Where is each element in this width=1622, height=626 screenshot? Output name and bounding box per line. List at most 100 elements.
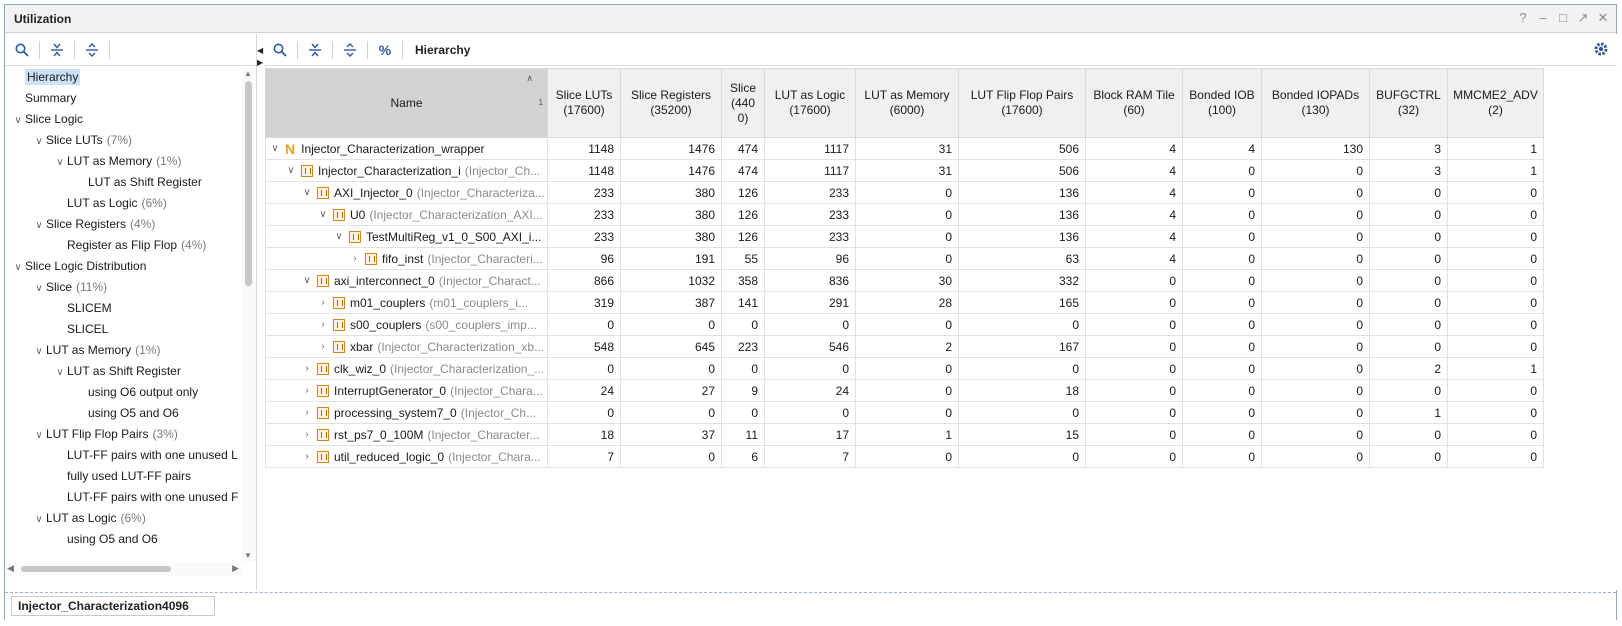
instance-name-cell[interactable]: ∨ axi_interconnect_0 (Injector_Charact...	[265, 269, 548, 292]
chevron-down-icon[interactable]: ∨	[300, 187, 314, 198]
column-header[interactable]: LUT as Logic (17600)	[764, 68, 856, 138]
minimize-icon[interactable]: –	[1536, 9, 1550, 27]
chevron-right-icon[interactable]: ›	[316, 319, 330, 330]
chevron-down-icon[interactable]: ∨	[300, 275, 314, 286]
chevron-down-icon[interactable]: ∨	[11, 257, 25, 278]
chevron-right-icon[interactable]: ›	[300, 429, 314, 440]
chevron-right-icon[interactable]: ›	[300, 407, 314, 418]
instance-name-cell[interactable]: ∨ U0 (Injector_Characterization_AXI...	[265, 203, 548, 226]
instance-name-cell[interactable]: › processing_system7_0 (Injector_Ch...	[265, 401, 548, 424]
chevron-down-icon[interactable]: ∨	[32, 509, 46, 530]
instance-name-cell[interactable]: › xbar (Injector_Characterization_xb...	[265, 335, 548, 358]
help-icon[interactable]: ?	[1516, 9, 1530, 27]
chevron-right-icon[interactable]: ›	[300, 451, 314, 462]
instance-name-cell[interactable]: › util_reduced_logic_0 (Injector_Chara...	[265, 445, 548, 468]
tree-item[interactable]: using O5 and O6	[74, 403, 179, 424]
chevron-down-icon[interactable]: ∨	[32, 278, 46, 299]
tree-item[interactable]: Summary	[11, 88, 76, 109]
tree-item[interactable]: ∨ Slice Logic	[11, 109, 83, 130]
instance-name-cell[interactable]: › clk_wiz_0 (Injector_Characterization_...	[265, 357, 548, 380]
tree-item[interactable]: LUT as Shift Register	[74, 172, 202, 193]
instance-name-cell[interactable]: › s00_couplers (s00_couplers_imp...	[265, 313, 548, 336]
tree-item[interactable]: ∨ LUT as Logic (6%)	[32, 508, 146, 529]
table-row[interactable]: ∨ N Injector_Characterization_wrapper 1148 1…	[265, 137, 1544, 160]
tree-item[interactable]: ∨ LUT Flip Flop Pairs (3%)	[32, 424, 178, 445]
scroll-thumb[interactable]	[21, 566, 171, 572]
tree-item[interactable]: ∨ LUT as Memory (1%)	[32, 340, 160, 361]
column-header[interactable]: Slice Registers (35200)	[620, 68, 722, 138]
table-row[interactable]: › xbar (Injector_Characterization_xb... 548…	[265, 335, 1544, 358]
expand-all-icon[interactable]	[339, 39, 361, 61]
tree-item[interactable]: ∨ LUT as Shift Register	[53, 361, 181, 382]
scroll-thumb[interactable]	[245, 81, 252, 286]
table-row[interactable]: › m01_couplers (m01_couplers_i... 319 387 141…	[265, 291, 1544, 314]
tree-item[interactable]: ∨ LUT as Memory (1%)	[53, 151, 181, 172]
table-row[interactable]: › clk_wiz_0 (Injector_Characterization_...…	[265, 357, 1544, 380]
instance-name-cell[interactable]: ∨ AXI_Injector_0 (Injector_Characteriza...	[265, 181, 548, 204]
chevron-right-icon[interactable]: ›	[316, 341, 330, 352]
tree-item[interactable]: ∨ Slice LUTs (7%)	[32, 130, 132, 151]
scroll-up-icon[interactable]: ▲	[244, 69, 252, 78]
table-row[interactable]: › fifo_inst (Injector_Characteri... 96 191 55…	[265, 247, 1544, 270]
tree-item[interactable]: using O6 output only	[74, 382, 198, 403]
column-header[interactable]: Slice LUTs (17600)	[547, 68, 621, 138]
tree-horizontal-scrollbar[interactable]: ◀ ▶	[5, 562, 241, 576]
column-header[interactable]: Block RAM Tile (60)	[1085, 68, 1183, 138]
maximize-icon[interactable]: □	[1556, 9, 1570, 27]
search-icon[interactable]	[11, 39, 33, 61]
table-row[interactable]: › rst_ps7_0_100M (Injector_Character... 18 3…	[265, 423, 1544, 446]
chevron-down-icon[interactable]: ∨	[332, 231, 346, 242]
tree-item[interactable]: LUT-FF pairs with one unused L	[53, 445, 238, 466]
chevron-down-icon[interactable]: ∨	[32, 341, 46, 362]
close-icon[interactable]: ✕	[1596, 9, 1610, 27]
tree-item[interactable]: ∨ Slice Registers (4%)	[32, 214, 155, 235]
instance-name-cell[interactable]: › InterruptGenerator_0 (Injector_Chara...	[265, 379, 548, 402]
chevron-right-icon[interactable]: ›	[300, 385, 314, 396]
collapse-all-icon[interactable]	[46, 39, 68, 61]
expand-all-icon[interactable]	[81, 39, 103, 61]
chevron-down-icon[interactable]: ∨	[32, 131, 46, 152]
chevron-down-icon[interactable]: ∨	[53, 362, 67, 383]
tree-vertical-scrollbar[interactable]: ▲ ▼	[242, 67, 256, 562]
percent-icon[interactable]: %	[374, 39, 396, 61]
gear-icon[interactable]	[1593, 41, 1609, 60]
chevron-down-icon[interactable]: ∨	[53, 152, 67, 173]
column-header[interactable]: LUT Flip Flop Pairs (17600)	[958, 68, 1086, 138]
column-header[interactable]: LUT as Memory (6000)	[855, 68, 959, 138]
scroll-left-icon[interactable]: ◀	[7, 563, 14, 574]
instance-name-cell[interactable]: ∨ Injector_Characterization_i (Injector_Ch…	[265, 159, 548, 182]
instance-name-cell[interactable]: › m01_couplers (m01_couplers_i...	[265, 291, 548, 314]
column-header[interactable]: BUFGCTRL (32)	[1369, 68, 1448, 138]
table-row[interactable]: › s00_couplers (s00_couplers_imp... 0 0 0 0 0 0 0…	[265, 313, 1544, 336]
chevron-right-icon[interactable]: ›	[348, 253, 362, 264]
tree-item[interactable]: Hierarchy	[11, 67, 81, 88]
table-row[interactable]: › InterruptGenerator_0 (Injector_Chara... 2…	[265, 379, 1544, 402]
column-header[interactable]: Bonded IOPADs (130)	[1261, 68, 1370, 138]
tree-item[interactable]: LUT-FF pairs with one unused F	[53, 487, 238, 508]
instance-name-cell[interactable]: › rst_ps7_0_100M (Injector_Character...	[265, 423, 548, 446]
tree-item[interactable]: LUT as Logic (6%)	[53, 193, 167, 214]
chevron-down-icon[interactable]: ∨	[284, 165, 298, 176]
float-icon[interactable]: ↗	[1576, 9, 1590, 27]
tree-item[interactable]: ∨ Slice (11%)	[32, 277, 107, 298]
tree-item[interactable]: Register as Flip Flop (4%)	[53, 235, 206, 256]
scroll-right-icon[interactable]: ▶	[232, 563, 239, 574]
chevron-right-icon[interactable]: ›	[316, 297, 330, 308]
table-row[interactable]: ∨ axi_interconnect_0 (Injector_Charact... 8…	[265, 269, 1544, 292]
chevron-right-icon[interactable]: ›	[300, 363, 314, 374]
scroll-down-icon[interactable]: ▼	[244, 551, 252, 560]
table-row[interactable]: › processing_system7_0 (Injector_Ch... 0 0 0 0…	[265, 401, 1544, 424]
column-header[interactable]: Slice (440 0)	[721, 68, 765, 138]
chevron-down-icon[interactable]: ∨	[316, 209, 330, 220]
tree-item[interactable]: ∨ Slice Logic Distribution	[11, 256, 146, 277]
tree-item[interactable]: fully used LUT-FF pairs	[53, 466, 191, 487]
column-header-name[interactable]: Name ∧ 1	[265, 68, 548, 138]
table-row[interactable]: ∨ TestMultiReg_v1_0_S00_AXI_i... 233 380 126…	[265, 225, 1544, 248]
search-icon[interactable]	[269, 39, 291, 61]
table-row[interactable]: › util_reduced_logic_0 (Injector_Chara... 7…	[265, 445, 1544, 468]
instance-name-cell[interactable]: ∨ TestMultiReg_v1_0_S00_AXI_i...	[265, 225, 548, 248]
collapse-all-icon[interactable]	[304, 39, 326, 61]
column-header[interactable]: Bonded IOB (100)	[1182, 68, 1262, 138]
table-row[interactable]: ∨ U0 (Injector_Characterization_AXI... 233 3…	[265, 203, 1544, 226]
design-name-field[interactable]: Injector_Characterization4096	[11, 596, 215, 616]
